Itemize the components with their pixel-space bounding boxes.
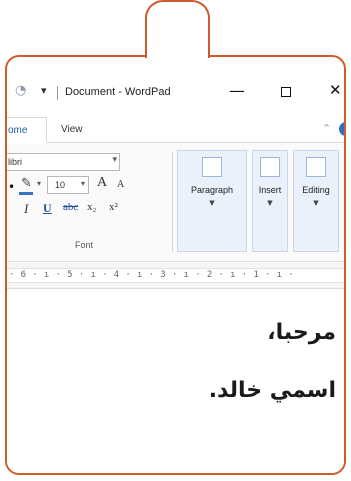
font-color-icon[interactable]: ✎ <box>21 176 32 191</box>
chevron-down-icon: ▾ <box>80 179 85 188</box>
screenshot-stage: ◔ ▾ Document - WordPad — ✕ ome View ⌃ ? … <box>0 0 351 481</box>
editing-group[interactable]: Editing ▼ <box>293 150 339 252</box>
font-group-label: Font <box>75 240 94 250</box>
tab-view[interactable]: View <box>61 124 83 135</box>
chevron-down-icon: ▾ <box>112 154 117 164</box>
document-line-2: اسمي خالد. <box>208 378 336 403</box>
callout-tab-joint <box>147 53 208 59</box>
quick-access-dropdown-icon[interactable]: ▾ <box>41 84 47 97</box>
font-size-value: 10 <box>55 180 66 190</box>
strikethrough-button[interactable]: abc <box>63 201 78 213</box>
shrink-font-button[interactable]: A <box>117 179 124 190</box>
ruler[interactable]: · 6 · ı · 5 · ı · 4 · ı · 3 · ı · 2 · ı … <box>7 263 344 289</box>
document-line-1: مرحبا، <box>267 320 336 345</box>
subscript-button[interactable]: x₂ <box>87 201 96 213</box>
help-icon[interactable]: ? <box>339 122 344 136</box>
paragraph-icon <box>202 157 222 177</box>
font-name-value: libri <box>8 157 23 167</box>
window-title: Document - WordPad <box>65 86 171 98</box>
insert-label: Insert <box>258 185 282 195</box>
wordpad-window: ◔ ▾ Document - WordPad — ✕ ome View ⌃ ? … <box>5 55 346 475</box>
chevron-down-icon: ▼ <box>267 199 273 207</box>
close-icon[interactable]: ✕ <box>329 81 342 99</box>
chevron-down-icon[interactable]: ▾ <box>37 179 41 188</box>
font-name-dropdown[interactable]: libri ▾ <box>7 153 120 171</box>
ribbon-tabs: ome View ⌃ ? <box>7 117 344 143</box>
underline-button[interactable]: U <box>43 201 52 216</box>
font-bullet: • <box>8 180 16 194</box>
app-icon[interactable]: ◔ <box>15 83 26 98</box>
document-area[interactable]: مرحبا، اسمي خالد. <box>7 290 344 473</box>
ruler-marks: · 6 · ı · 5 · ı · 4 · ı · 3 · ı · 2 · ı … <box>9 270 295 280</box>
editing-label: Editing <box>302 185 330 195</box>
ribbon: libri ▾ • ✎ ▾ 10 ▾ A A I U abc x₂ x² Fon… <box>7 144 344 262</box>
find-icon <box>306 157 326 177</box>
collapse-ribbon-icon[interactable]: ⌃ <box>322 122 331 135</box>
insert-picture-icon <box>260 157 280 177</box>
title-bar: ◔ ▾ Document - WordPad — ✕ <box>7 77 344 107</box>
paragraph-group[interactable]: Paragraph ▼ <box>177 150 247 252</box>
ruler-track: · 6 · ı · 5 · ı · 4 · ı · 3 · ı · 2 · ı … <box>7 268 344 283</box>
insert-group[interactable]: Insert ▼ <box>252 150 288 252</box>
paragraph-label: Paragraph <box>190 185 234 195</box>
grow-font-button[interactable]: A <box>97 175 107 191</box>
minimize-icon[interactable]: — <box>229 81 245 100</box>
title-separator <box>57 86 58 100</box>
font-color-swatch <box>19 192 33 195</box>
italic-button[interactable]: I <box>24 201 28 217</box>
chevron-down-icon: ▼ <box>209 199 215 207</box>
callout-tab <box>145 0 210 58</box>
group-divider <box>172 152 173 252</box>
maximize-icon[interactable] <box>281 87 291 97</box>
superscript-button[interactable]: x² <box>109 201 118 213</box>
font-size-dropdown[interactable]: 10 ▾ <box>47 176 89 194</box>
tab-home[interactable]: ome <box>7 117 47 143</box>
chevron-down-icon: ▼ <box>313 199 319 207</box>
